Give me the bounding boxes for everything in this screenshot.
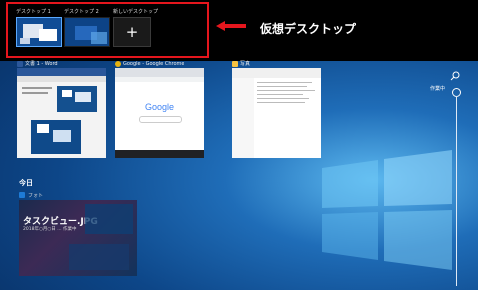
timeline-scrollbar[interactable] [456,96,457,286]
window-word-thumbnail[interactable] [17,68,106,158]
chrome-icon [115,60,121,67]
task-view-background: デスクトップ 1 デスクトップ 2 新しいデスクトップ + 仮想デスクトップ 文… [0,0,478,290]
search-icon[interactable] [450,71,460,81]
window-explorer-thumbnail[interactable] [232,68,321,158]
window-word-title: 文書 1 - Word [25,61,58,67]
photos-icon [19,192,25,198]
timeline-section-today: 今日 [19,179,33,187]
window-chrome-title: Google - Google Chrome [123,60,185,67]
window-explorer[interactable]: 写真 [232,59,321,158]
timeline-rail-label: 作業中 [430,86,446,92]
timeline-entry-meta: 2018年○月○日 ... 作業中 [23,227,77,232]
window-explorer-title: 写真 [240,61,251,67]
annotation-label: 仮想デスクトップ [260,22,357,36]
windows-logo [322,150,452,270]
timeline-entry-thumbnail[interactable]: タスクビュー.JPG 2018年○月○日 ... 作業中 [19,200,137,276]
folder-icon [232,60,238,67]
window-chrome-thumbnail[interactable]: Google [115,68,204,158]
word-icon [17,60,23,67]
window-word[interactable]: 文書 1 - Word [17,59,106,158]
timeline-entry-app: フォト [28,192,44,199]
window-chrome[interactable]: Google - Google Chrome Google [115,59,204,158]
highlight-box [6,2,209,58]
timeline-entry-photos[interactable]: フォト タスクビュー.JPG 2018年○月○日 ... 作業中 [19,190,137,276]
google-logo: Google [144,102,175,112]
left-arrow-icon [216,21,246,31]
